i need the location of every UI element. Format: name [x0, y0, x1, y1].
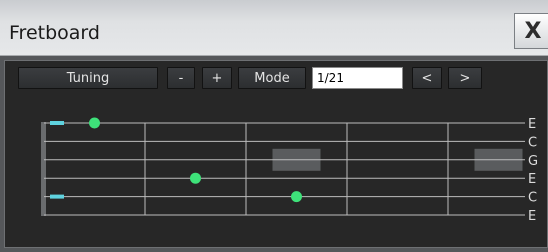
- open-string-marker-4: [50, 194, 64, 199]
- string-label-5: E: [528, 209, 536, 224]
- nut: [41, 122, 46, 216]
- string-label-2: G: [528, 154, 538, 169]
- string-label-1: C: [528, 135, 537, 150]
- note-dot-1: [89, 117, 100, 129]
- fretboard-diagram: ECGECE: [41, 117, 538, 224]
- string-label-3: E: [528, 172, 536, 187]
- note-dot-3: [291, 191, 302, 203]
- open-string-marker-0: [50, 121, 64, 125]
- note-dot-2: [190, 172, 201, 184]
- string-label-0: E: [528, 117, 536, 132]
- string-label-4: C: [528, 191, 537, 206]
